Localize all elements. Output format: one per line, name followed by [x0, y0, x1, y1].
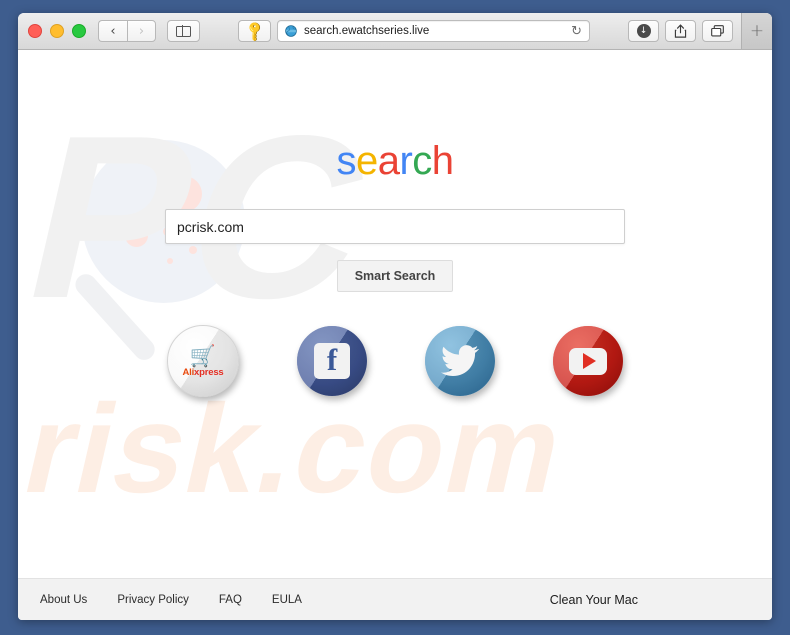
address-bar[interactable]: search.ewatchseries.live ↻ [277, 20, 590, 42]
search-logo: search [18, 141, 772, 181]
share-icon [674, 24, 687, 38]
toolbar-right-tools: ↓ [628, 20, 741, 42]
search-logo-letter-5: h [431, 139, 454, 183]
youtube-shortcut-icon[interactable] [553, 326, 623, 396]
search-logo-letter-1: e [355, 139, 378, 183]
smart-search-button[interactable]: Smart Search [336, 260, 454, 292]
minimize-window-button[interactable] [50, 24, 64, 38]
aliexpress-label: Alixpress [183, 368, 224, 378]
footer-link-privacy-policy[interactable]: Privacy Policy [117, 594, 189, 606]
search-panel: search Smart Search 🛒 Alixpress f [18, 50, 772, 397]
search-logo-letter-3: r [399, 139, 413, 183]
social-shortcuts: 🛒 Alixpress f [18, 325, 772, 397]
search-logo-letter-4: c [412, 139, 432, 183]
aliexpress-label-xpress: xpress [194, 367, 224, 379]
key-icon: 🔑 [242, 19, 267, 43]
aliexpress-label-ali: Ali [182, 367, 195, 379]
chevron-left-icon: ‹ [110, 23, 116, 39]
forward-button[interactable]: › [127, 20, 156, 42]
maximize-window-button[interactable] [72, 24, 86, 38]
chevron-right-icon: › [138, 23, 145, 39]
page-footer: About Us Privacy Policy FAQ EULA Clean Y… [18, 578, 772, 620]
footer-link-eula[interactable]: EULA [272, 594, 302, 606]
browser-window: ‹ › 🔑 search.ewatchseries.live ↻ ↓ + PC … [18, 13, 772, 620]
globe-icon [285, 25, 297, 37]
play-icon [583, 353, 596, 369]
show-all-tabs-button[interactable] [702, 20, 733, 42]
share-button[interactable] [665, 20, 696, 42]
new-tab-button[interactable]: + [741, 13, 772, 49]
search-logo-letter-0: s [336, 139, 356, 183]
search-input[interactable] [165, 209, 625, 244]
download-icon: ↓ [636, 24, 651, 38]
twitter-shortcut-icon[interactable] [425, 326, 495, 396]
facebook-shortcut-icon[interactable]: f [297, 326, 367, 396]
aliexpress-shortcut-icon[interactable]: 🛒 Alixpress [167, 325, 239, 397]
facebook-f-icon: f [326, 342, 338, 377]
twitter-bird-icon [441, 345, 479, 377]
downloads-button[interactable]: ↓ [628, 20, 659, 42]
close-window-button[interactable] [28, 24, 42, 38]
navigation-buttons: ‹ › [98, 20, 156, 42]
browser-toolbar: ‹ › 🔑 search.ewatchseries.live ↻ ↓ + [18, 13, 772, 50]
sidebar-toggle-button[interactable] [167, 20, 200, 42]
tabs-icon [711, 25, 724, 37]
back-button[interactable]: ‹ [98, 20, 127, 42]
shopping-cart-icon: 🛒 [189, 344, 217, 369]
footer-link-faq[interactable]: FAQ [219, 594, 242, 606]
watermark-risk-text: risk.com [18, 378, 579, 519]
sidebar-icon [176, 25, 191, 37]
window-controls [28, 24, 86, 38]
clean-your-mac-link[interactable]: Clean Your Mac [550, 593, 750, 607]
page-content: PC risk.com search Smart Search 🛒 Alixpr… [18, 50, 772, 578]
footer-links: About Us Privacy Policy FAQ EULA [40, 594, 302, 606]
youtube-badge [569, 347, 607, 375]
facebook-badge: f [314, 343, 350, 379]
footer-link-about-us[interactable]: About Us [40, 594, 87, 606]
search-logo-letter-2: a [377, 139, 400, 183]
address-bar-url: search.ewatchseries.live [304, 25, 430, 37]
reload-icon[interactable]: ↻ [571, 25, 582, 38]
password-key-button[interactable]: 🔑 [238, 19, 271, 43]
